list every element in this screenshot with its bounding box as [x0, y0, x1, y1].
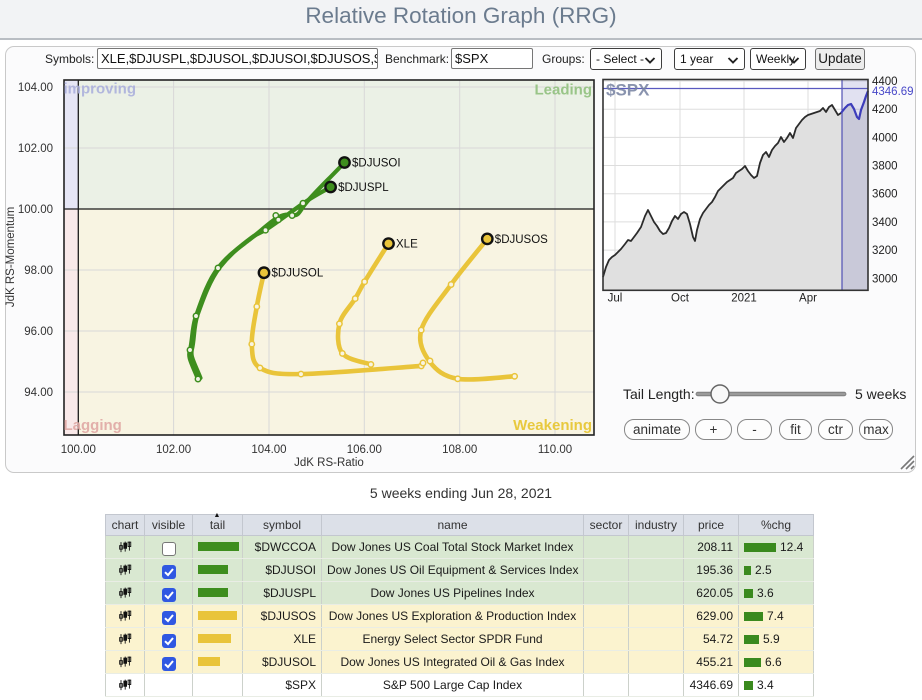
svg-text:JdK RS-Ratio: JdK RS-Ratio — [294, 457, 364, 469]
svg-text:4000: 4000 — [872, 132, 898, 144]
svg-text:improving: improving — [64, 81, 137, 98]
svg-text:$DJUSOS: $DJUSOS — [495, 234, 548, 246]
svg-text:3200: 3200 — [872, 245, 898, 257]
svg-text:JdK RS-Momentum: JdK RS-Momentum — [5, 207, 17, 307]
svg-text:102.00: 102.00 — [156, 444, 191, 456]
svg-text:102.00: 102.00 — [18, 143, 53, 155]
svg-text:100.00: 100.00 — [61, 444, 96, 456]
svg-text:3400: 3400 — [872, 217, 898, 229]
svg-text:108.00: 108.00 — [442, 444, 477, 456]
svg-text:$DJUSOL: $DJUSOL — [272, 268, 324, 280]
svg-text:Oct: Oct — [671, 292, 690, 304]
svg-text:Lagging: Lagging — [64, 417, 122, 434]
svg-text:110.00: 110.00 — [538, 444, 572, 456]
svg-text:Apr: Apr — [799, 292, 817, 304]
svg-text:104.00: 104.00 — [251, 444, 286, 456]
svg-text:104.00: 104.00 — [18, 82, 53, 94]
svg-text:$SPX: $SPX — [606, 81, 650, 100]
svg-text:4200: 4200 — [872, 104, 898, 116]
svg-text:2021: 2021 — [731, 292, 757, 304]
svg-text:Leading: Leading — [534, 82, 592, 99]
svg-text:$DJUSPL: $DJUSPL — [338, 182, 389, 194]
svg-text:3000: 3000 — [872, 273, 898, 285]
svg-text:106.00: 106.00 — [347, 444, 382, 456]
svg-text:XLE: XLE — [396, 239, 418, 251]
svg-text:4346.69: 4346.69 — [872, 86, 914, 98]
svg-text:94.00: 94.00 — [24, 387, 53, 399]
svg-text:$DJUSOI: $DJUSOI — [352, 158, 401, 170]
svg-text:Jul: Jul — [608, 292, 623, 304]
svg-text:98.00: 98.00 — [24, 265, 53, 277]
svg-text:3800: 3800 — [872, 161, 898, 173]
svg-text:96.00: 96.00 — [24, 326, 53, 338]
svg-text:100.00: 100.00 — [18, 204, 53, 216]
svg-text:3600: 3600 — [872, 189, 898, 201]
svg-text:Weakening: Weakening — [513, 417, 592, 434]
